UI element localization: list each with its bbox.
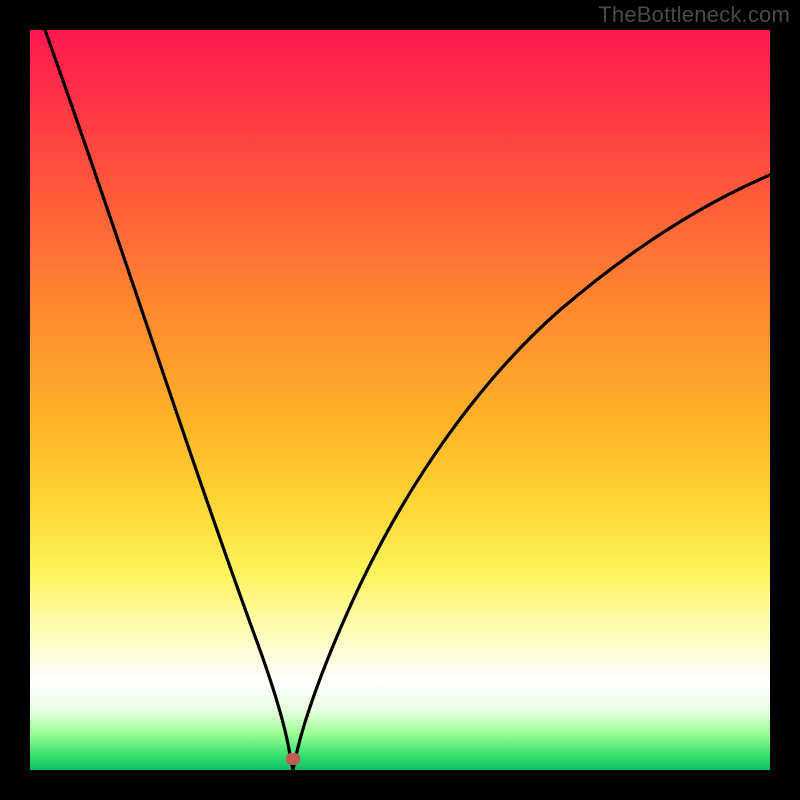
plot-area bbox=[30, 30, 770, 770]
curve-left-branch bbox=[45, 30, 293, 770]
curve-right-branch bbox=[293, 175, 770, 770]
curve-layer bbox=[30, 30, 770, 770]
valley-marker bbox=[286, 753, 300, 765]
watermark-text: TheBottleneck.com bbox=[598, 2, 790, 28]
chart-container: TheBottleneck.com bbox=[0, 0, 800, 800]
